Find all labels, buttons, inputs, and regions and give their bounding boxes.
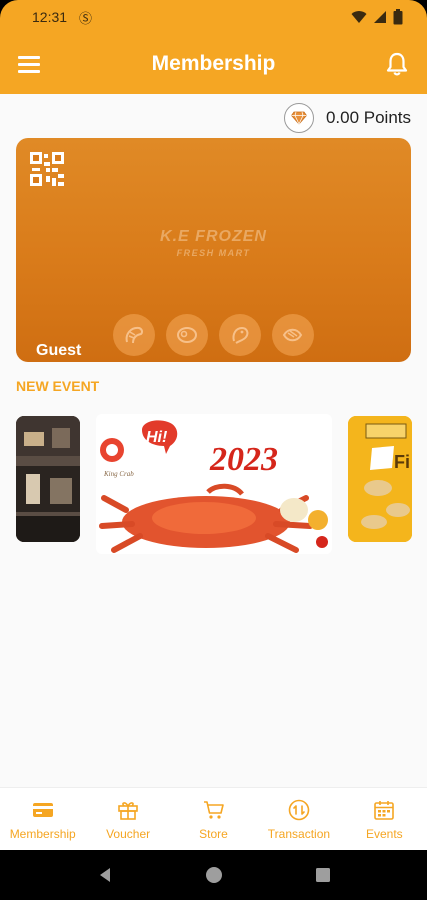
cart-icon [203, 800, 224, 819]
banner-right-text: Fi [394, 452, 410, 472]
banner-year: 2023 [209, 441, 278, 478]
gift-icon [118, 801, 138, 820]
event-banner-main[interactable]: Hi! 2023 King Crab [96, 414, 332, 554]
meat-icon [166, 314, 208, 356]
banner-caption: King Crab [103, 470, 134, 478]
banner-greeting: Hi! [146, 429, 168, 446]
battery-icon [393, 9, 403, 25]
back-icon[interactable] [97, 867, 113, 883]
membership-card[interactable]: K.E FROZEN FRESH MART Guest [16, 138, 411, 362]
points-balance[interactable]: 0.00 Points [283, 102, 411, 134]
app-bar: Membership [0, 34, 427, 94]
status-time: 12:31 [32, 9, 68, 25]
nav-voucher[interactable]: Voucher [85, 788, 170, 850]
transaction-icon [288, 799, 310, 820]
card-icon [32, 802, 53, 817]
card-holder-name: Guest [36, 342, 82, 359]
event-carousel[interactable]: Hi! 2023 King Crab Fi [0, 414, 427, 554]
nav-store[interactable]: Store [171, 788, 256, 850]
chicken-icon [219, 314, 261, 356]
points-text: 0.00 Points [325, 108, 411, 127]
diamond-icon [283, 103, 314, 133]
wifi-icon [351, 11, 367, 23]
event-banner-next[interactable]: Fi [348, 416, 412, 542]
page-title: Membership [151, 52, 276, 75]
section-title-new-event: NEW EVENT [16, 378, 100, 394]
event-banner-prev[interactable] [16, 416, 80, 542]
sim-icon: Ⓢ [79, 10, 93, 26]
menu-icon[interactable] [18, 52, 44, 76]
home-icon[interactable] [205, 866, 223, 884]
bottom-nav: Membership Voucher Store Transaction Eve… [0, 787, 427, 850]
fish-icon [272, 314, 314, 356]
brand-logo: K.E FROZEN FRESH MART [160, 228, 267, 258]
food-icons [113, 314, 314, 356]
bell-icon[interactable] [383, 50, 411, 78]
signal-icon [374, 11, 386, 23]
shrimp-icon [113, 314, 155, 356]
system-nav-bar [0, 850, 427, 900]
qr-code-icon[interactable] [30, 152, 64, 186]
nav-events[interactable]: Events [342, 788, 427, 850]
status-bar: 12:31 Ⓢ [0, 0, 427, 34]
nav-membership[interactable]: Membership [0, 788, 85, 850]
main-content: 0.00 Points K.E FROZEN FRESH MART Guest … [0, 94, 427, 787]
recents-icon[interactable] [315, 867, 331, 883]
calendar-icon [374, 800, 395, 820]
nav-transaction[interactable]: Transaction [256, 788, 341, 850]
